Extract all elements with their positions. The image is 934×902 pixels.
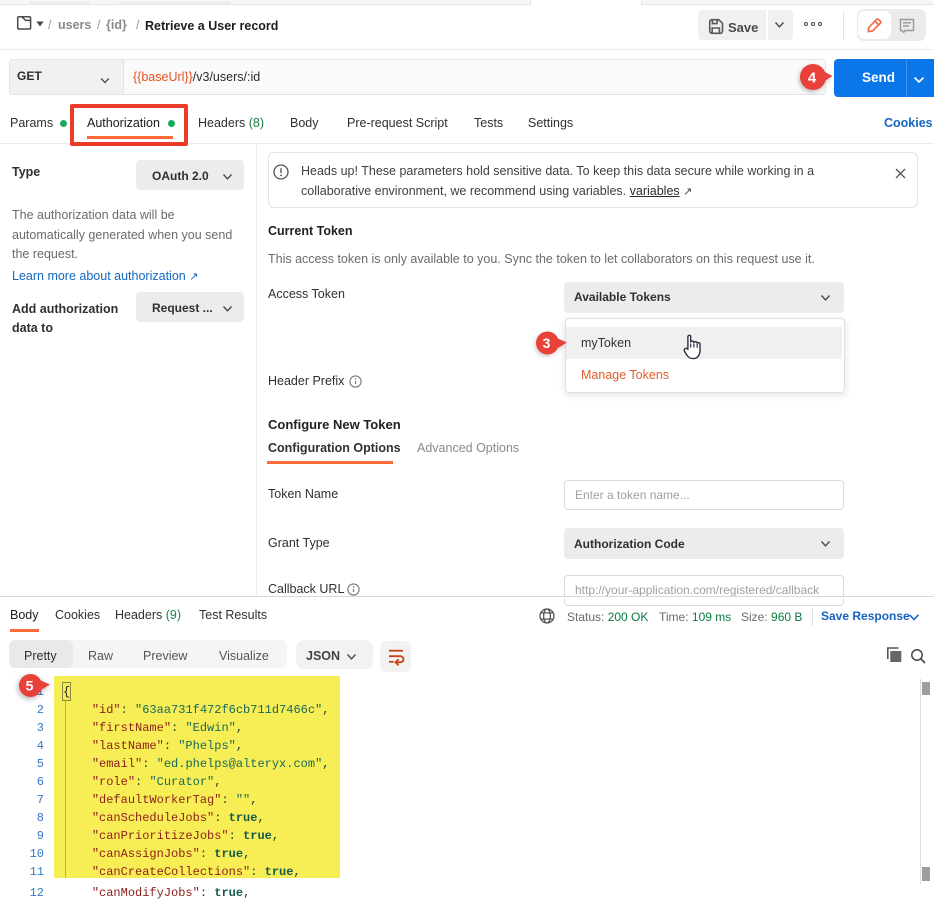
svg-text:5: 5 xyxy=(26,678,34,694)
svg-text:3: 3 xyxy=(543,335,551,351)
svg-text:4: 4 xyxy=(808,70,817,87)
